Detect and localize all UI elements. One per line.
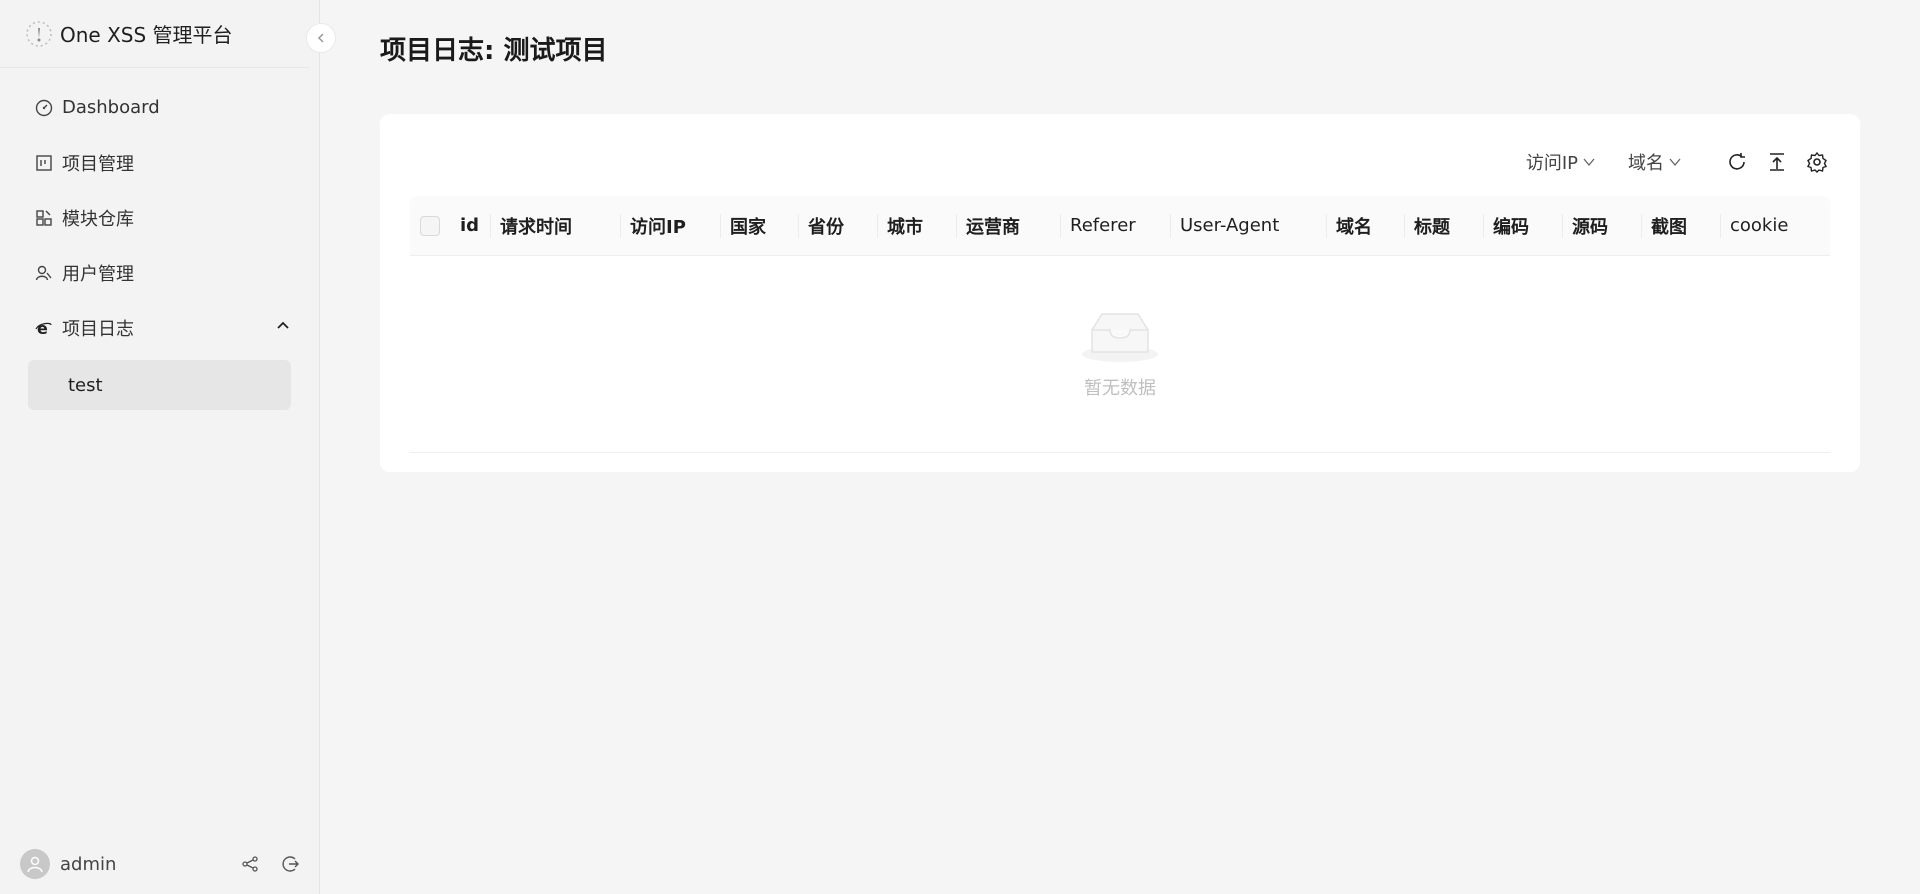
filter-domain[interactable]: 域名 xyxy=(1628,149,1682,175)
sidebar-item-projects[interactable]: 项目管理 xyxy=(28,135,291,190)
select-all-checkbox[interactable] xyxy=(410,196,450,256)
logo-row: One XSS 管理平台 xyxy=(0,0,309,68)
logo-icon xyxy=(24,19,54,49)
module-icon xyxy=(34,208,54,228)
empty-text: 暂无数据 xyxy=(1084,378,1156,399)
table-header: id 请求时间 访问IP 国家 省份 城市 运营商 Referer User-A… xyxy=(410,196,1830,256)
logout-icon[interactable] xyxy=(280,854,300,874)
sidebar-item-modules[interactable]: 模块仓库 xyxy=(28,190,291,245)
app-title: One XSS 管理平台 xyxy=(60,23,233,47)
share-icon[interactable] xyxy=(240,854,260,874)
sidebar-item-dashboard[interactable]: Dashboard xyxy=(28,80,291,135)
column-header[interactable]: Referer xyxy=(1060,196,1170,256)
sidebar-item-label: 模块仓库 xyxy=(62,208,134,230)
column-header[interactable]: cookie xyxy=(1720,196,1820,256)
log-table: id 请求时间 访问IP 国家 省份 城市 运营商 Referer User-A… xyxy=(410,196,1830,453)
column-header[interactable]: 访问IP xyxy=(620,196,720,256)
column-header[interactable]: id xyxy=(450,196,490,256)
filter-label: 域名 xyxy=(1628,153,1664,174)
svg-text:e: e xyxy=(37,319,48,337)
sidebar-item-users[interactable]: 用户管理 xyxy=(28,245,291,300)
empty-state: 暂无数据 xyxy=(410,256,1830,453)
page-title: 项目日志: 测试项目 xyxy=(380,36,608,66)
dashboard-icon xyxy=(34,98,54,118)
username: admin xyxy=(60,853,117,875)
column-header[interactable]: 省份 xyxy=(798,196,877,256)
collapse-sidebar-button[interactable] xyxy=(306,23,336,53)
main-content: 项目日志: 测试项目 访问IP 域名 id 请求时间 访问IP 国家 省份 城市… xyxy=(320,0,1920,894)
sidebar-item-label: Dashboard xyxy=(62,97,160,118)
column-header[interactable]: 域名 xyxy=(1326,196,1404,256)
chevron-down-icon xyxy=(1583,158,1595,167)
empty-box-icon xyxy=(1080,308,1160,368)
table-toolbar: 访问IP 域名 xyxy=(1494,142,1828,182)
column-header[interactable]: 编码 xyxy=(1483,196,1562,256)
gear-icon[interactable] xyxy=(1806,151,1828,173)
chevron-down-icon xyxy=(1669,158,1681,167)
ie-icon: e xyxy=(34,318,54,338)
users-icon xyxy=(34,263,54,283)
sidebar-item-label: 用户管理 xyxy=(62,263,134,285)
sidebar: One XSS 管理平台 Dashboard 项目管理 模块仓库 用户管理 e … xyxy=(0,0,336,894)
sidebar-subitem-label: test xyxy=(68,374,103,396)
log-table-card: 访问IP 域名 id 请求时间 访问IP 国家 省份 城市 运营商 Refere… xyxy=(380,114,1860,472)
sidebar-menu: Dashboard 项目管理 模块仓库 用户管理 e 项目日志 test xyxy=(0,68,319,410)
column-header[interactable]: 标题 xyxy=(1404,196,1483,256)
filter-label: 访问IP xyxy=(1525,153,1578,174)
sidebar-item-label: 项目管理 xyxy=(62,153,134,175)
column-header[interactable]: 城市 xyxy=(877,196,956,256)
table-actions xyxy=(1726,151,1828,173)
refresh-icon[interactable] xyxy=(1726,151,1748,173)
chevron-left-icon xyxy=(317,33,324,43)
checkbox[interactable] xyxy=(420,215,440,236)
column-header[interactable]: User-Agent xyxy=(1170,196,1326,256)
footer-actions xyxy=(240,854,300,874)
column-header[interactable]: 国家 xyxy=(720,196,798,256)
project-icon xyxy=(34,153,54,173)
filter-visit-ip[interactable]: 访问IP xyxy=(1526,149,1596,175)
sidebar-item-label: 项目日志 xyxy=(62,318,134,340)
column-header[interactable]: 请求时间 xyxy=(490,196,620,256)
sidebar-subitem-test[interactable]: test xyxy=(28,360,291,410)
column-header[interactable]: 运营商 xyxy=(956,196,1060,256)
user-icon xyxy=(27,856,43,873)
sidebar-footer: admin xyxy=(0,834,320,894)
export-icon[interactable] xyxy=(1766,151,1788,173)
sidebar-item-logs[interactable]: e 项目日志 xyxy=(28,300,291,355)
column-header[interactable]: 源码 xyxy=(1562,196,1641,256)
avatar[interactable] xyxy=(20,849,50,879)
chevron-up-icon[interactable] xyxy=(275,318,291,339)
column-header[interactable]: 截图 xyxy=(1641,196,1720,256)
